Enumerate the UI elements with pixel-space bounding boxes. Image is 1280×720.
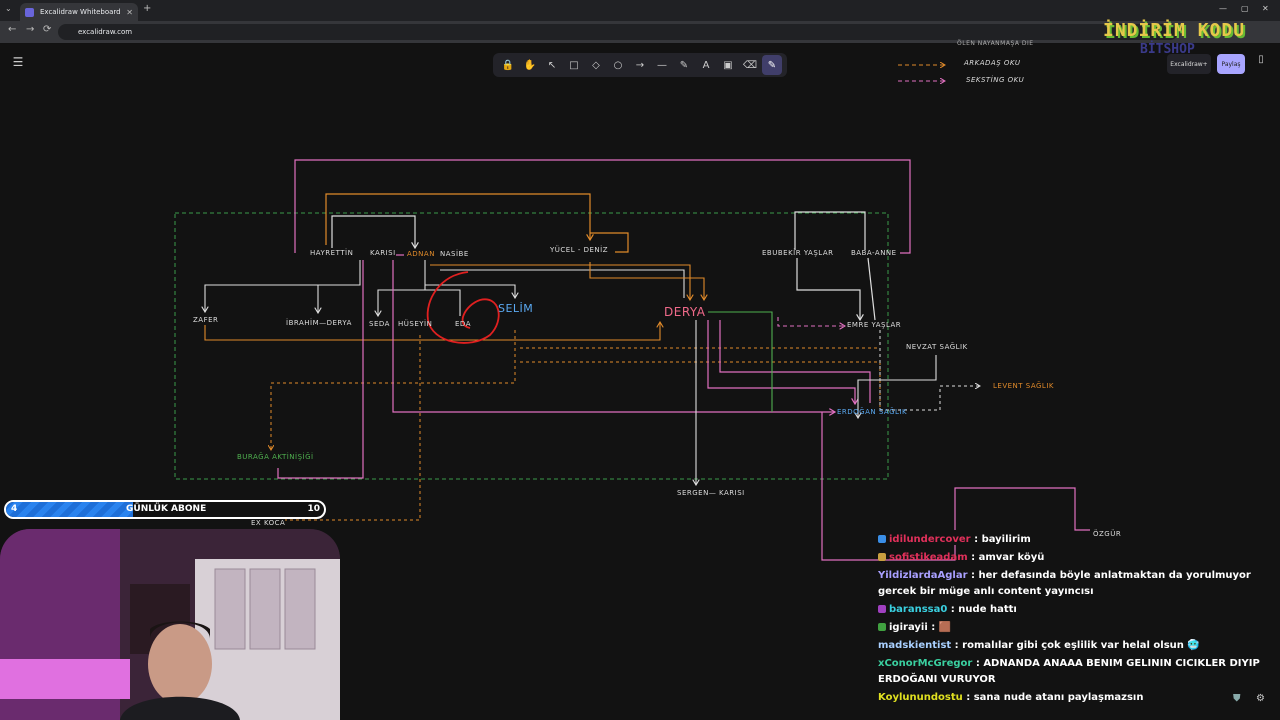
shield-icon[interactable]: ⛊ xyxy=(1233,693,1241,704)
chat-separator: : xyxy=(967,570,979,581)
chat-message: Koylunundostu : sana nude atanı paylaşma… xyxy=(874,689,1280,707)
chat-username[interactable]: idilundercover xyxy=(889,534,971,545)
sponsor-logo: İNDİRİM KODU xyxy=(1103,20,1246,41)
excalidraw-toolbar: 🔒 ✋ ↖ □ ◇ ○ → — ✎ A ▣ ⌫ ✎ xyxy=(493,53,787,77)
chat-message: igirayii : 🟫 xyxy=(874,619,1280,637)
chat-separator: : xyxy=(967,552,979,563)
chat-message: sofistikeadam : amvar köyü xyxy=(874,549,1280,567)
chat-username[interactable]: Koylunundostu xyxy=(878,692,963,703)
sub-goal-target: 10 xyxy=(307,504,320,514)
diagram-label-adnan[interactable]: ADNAN xyxy=(407,250,435,258)
chat-username[interactable]: xConorMcGregor xyxy=(878,658,972,669)
chat-message: baranssa0 : nude hattı xyxy=(874,601,1280,619)
excalidraw-plus-button[interactable]: Excalidraw+ xyxy=(1167,54,1211,74)
chat-message: madskientist : romalılar gibi çok eşlili… xyxy=(874,637,1280,655)
chat-username[interactable]: baranssa0 xyxy=(889,604,947,615)
webcam-feed xyxy=(0,529,340,720)
chat-message: xConorMcGregor : ADNANDA ANAAA BENIM GEL… xyxy=(874,655,1280,689)
legend-sexting-arrow: SEKSTİNG OKU xyxy=(966,76,1025,84)
sub-goal-label: GÜNLÜK ABONE xyxy=(126,504,207,514)
diagram-label-nevzat[interactable]: NEVZAT SAĞLIK xyxy=(906,343,968,351)
diagram-label-selim[interactable]: SELİM xyxy=(498,302,533,315)
text-icon[interactable]: A xyxy=(696,55,716,75)
chat-badge-icon xyxy=(878,605,886,613)
diagram-label-eda[interactable]: EDA xyxy=(455,320,471,328)
ellipse-icon[interactable]: ○ xyxy=(608,55,628,75)
line-icon[interactable]: — xyxy=(652,55,672,75)
chat-separator: : xyxy=(962,692,974,703)
chat-separator: : xyxy=(970,534,982,545)
chat-username[interactable]: sofistikeadam xyxy=(889,552,968,563)
diagram-label-baba[interactable]: BABA-ANNE xyxy=(851,249,897,257)
sub-goal-current: 4 xyxy=(11,504,18,514)
legend-partial-label: ÖLEN NAYANMAŞA DIE xyxy=(957,40,1034,47)
chat-text: sana nude atanı paylaşmazsın xyxy=(973,692,1144,703)
select-icon[interactable]: ↖ xyxy=(542,55,562,75)
chat-separator: : xyxy=(947,604,959,615)
hand-icon[interactable]: ✋ xyxy=(520,55,540,75)
chat-text: romalılar gibi çok eşlilik var helal ols… xyxy=(962,640,1200,651)
diagram-label-exkoca[interactable]: EX KOCA xyxy=(251,519,285,527)
diagram-label-ebubekir[interactable]: EBUBEKİR YAŞLAR xyxy=(762,249,834,257)
diagram-label-ibrahim[interactable]: İBRAHİM—DERYA xyxy=(286,319,352,327)
chat-separator: : xyxy=(951,640,963,651)
diamond-icon[interactable]: ◇ xyxy=(586,55,606,75)
gear-icon[interactable]: ⚙ xyxy=(1256,693,1265,704)
hamburger-menu-icon[interactable]: ☰ xyxy=(8,55,28,73)
chat-separator: : xyxy=(927,622,939,633)
diagram-label-burak[interactable]: BURAĞA AKTİNİŞİĞİ xyxy=(237,453,314,461)
laser-icon[interactable]: ✎ xyxy=(762,55,782,75)
diagram-label-nasibe[interactable]: NASİBE xyxy=(440,250,469,258)
chat-text: amvar köyü xyxy=(978,552,1045,563)
chat-text: 🟫 xyxy=(938,622,952,633)
diagram-label-yucel[interactable]: YÜCEL - DENİZ xyxy=(550,246,608,254)
diagram-label-sergen[interactable]: SERGEN— KARISI xyxy=(677,489,745,497)
stream-chat: idilundercover : bayilirim sofistikeadam … xyxy=(874,531,1280,720)
diagram-label-karisi1[interactable]: KARISI xyxy=(370,249,396,257)
diagram-label-levent[interactable]: LEVENT SAĞLIK xyxy=(993,382,1054,390)
chat-text: bayilirim xyxy=(981,534,1031,545)
lock-icon[interactable]: 🔒 xyxy=(498,55,518,75)
chat-badge-icon xyxy=(878,535,886,543)
chat-username[interactable]: madskientist xyxy=(878,640,951,651)
chat-username[interactable]: igirayii xyxy=(889,622,928,633)
diagram-label-huseyin[interactable]: HÜSEYİN xyxy=(398,320,432,328)
diagram-label-zafer[interactable]: ZAFER xyxy=(193,316,218,324)
sub-goal-bar: 4 GÜNLÜK ABONE 10 xyxy=(4,500,326,519)
chat-badge-icon xyxy=(878,623,886,631)
legend-friend-arrow: ARKADAŞ OKU xyxy=(964,59,1021,67)
draw-icon[interactable]: ✎ xyxy=(674,55,694,75)
chat-text: nude hattı xyxy=(958,604,1017,615)
chat-username[interactable]: YildizlardaAglar xyxy=(878,570,968,581)
arrow-icon[interactable]: → xyxy=(630,55,650,75)
webcam-scene xyxy=(0,529,340,720)
chat-message: idilundercover : bayilirim xyxy=(874,531,1280,549)
share-button[interactable]: Paylaş xyxy=(1217,54,1245,74)
chat-separator: : xyxy=(972,658,984,669)
chat-message: YildizlardaAglar : her defasında böyle a… xyxy=(874,567,1280,601)
library-icon[interactable]: ▯ xyxy=(1252,54,1270,74)
sub-goal-fill xyxy=(6,502,134,517)
chat-badge-icon xyxy=(878,553,886,561)
diagram-label-erdogan[interactable]: ERDOĞAN SAĞLIK xyxy=(837,408,907,416)
diagram-label-hayrettin[interactable]: HAYRETTİN xyxy=(310,249,353,257)
rectangle-icon[interactable]: □ xyxy=(564,55,584,75)
image-icon[interactable]: ▣ xyxy=(718,55,738,75)
eraser-icon[interactable]: ⌫ xyxy=(740,55,760,75)
diagram-label-emre[interactable]: EMRE YAŞLAR xyxy=(847,321,901,329)
diagram-label-seda[interactable]: SEDA xyxy=(369,320,390,328)
diagram-label-derya[interactable]: DERYA xyxy=(664,305,706,319)
